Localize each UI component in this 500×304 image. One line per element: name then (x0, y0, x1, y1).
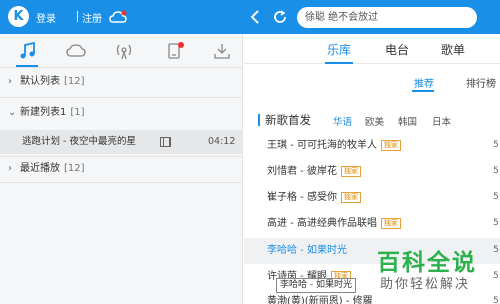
mv-icon[interactable] (160, 137, 171, 147)
radio-icon[interactable] (114, 41, 134, 61)
back-arrow-icon[interactable] (247, 8, 265, 26)
divider (0, 156, 243, 157)
playlist-group-recent[interactable]: › 最近播放 [12] (0, 158, 243, 180)
subtab-charts[interactable]: 排行榜 (466, 75, 496, 90)
divider (0, 97, 243, 98)
tab-radio[interactable]: 电台 (385, 41, 409, 58)
playlist-group-new1[interactable]: ⌄ 新建列表1 [1] (0, 102, 243, 124)
list-item[interactable]: 高进 - 高进经典作品联唱 独家 (244, 211, 500, 237)
notification-dot (178, 42, 184, 48)
exclusive-badge: 独家 (340, 165, 361, 177)
list-item[interactable]: 崔子格 - 感受你 独家 (244, 185, 500, 211)
watermark-subtitle: 助你轻松解决 (380, 277, 471, 292)
row-trailing: 5 (493, 166, 499, 176)
region-japanese[interactable]: 日本 (432, 114, 451, 128)
tab-active-underline (16, 65, 38, 67)
music-note-icon[interactable] (18, 41, 38, 61)
register-link[interactable]: 注册 (82, 10, 102, 25)
section-title: 新歌首发 (265, 113, 311, 127)
cloud-sync-icon[interactable] (109, 10, 127, 24)
cloud-icon[interactable] (66, 41, 86, 61)
login-link[interactable]: 登录 (36, 10, 56, 25)
main-tab-underline (325, 62, 353, 64)
chevron-down-icon: ⌄ (8, 107, 17, 118)
song-name: 黄渤(黄)(新丽恩) - 修羅 (267, 296, 373, 304)
list-item[interactable]: 王琪 - 可可托海的牧羊人 独家 (244, 133, 500, 159)
exclusive-badge: 独家 (340, 191, 361, 203)
group-count: [12] (64, 163, 85, 174)
playlist-song-row[interactable]: 逃跑计划 - 夜空中最亮的星 04:12 (0, 130, 243, 154)
row-trailing: 5 (493, 296, 499, 304)
song-name: 王琪 - 可可托海的牧羊人 (267, 140, 377, 151)
song-tooltip: 李哈哈 - 如果时光 (276, 278, 356, 293)
refresh-icon[interactable] (271, 8, 289, 26)
tab-playlists[interactable]: 歌单 (441, 41, 465, 58)
region-western[interactable]: 欧美 (365, 114, 384, 128)
search-input[interactable]: 徐聪 绝不会放过 (297, 7, 477, 28)
left-icon-bar (0, 34, 243, 68)
exclusive-badge: 独家 (380, 217, 401, 229)
group-label: 新建列表1 (20, 107, 67, 118)
divider (0, 182, 243, 183)
download-icon[interactable] (212, 41, 232, 61)
subtab-recommend[interactable]: 推荐 (414, 75, 434, 90)
group-label: 最近播放 (20, 163, 60, 174)
row-trailing: 5 (493, 245, 499, 255)
row-trailing: 5 (493, 192, 499, 202)
chevron-right-icon: › (8, 76, 12, 87)
region-korean[interactable]: 韩国 (398, 114, 417, 128)
subtab-underline (412, 90, 434, 92)
watermark-logo-text: 百科全说 (377, 250, 477, 276)
song-duration: 04:12 (208, 136, 236, 147)
chevron-right-icon: › (8, 163, 12, 174)
row-trailing: 5 (493, 218, 499, 228)
main-tabs: 乐库 电台 歌单 (244, 34, 500, 64)
group-label: 默认列表 (20, 76, 60, 87)
header-separator (77, 11, 78, 22)
row-trailing: 5 (493, 271, 499, 281)
group-count: [1] (70, 107, 85, 118)
group-count: [12] (64, 76, 85, 87)
tab-library[interactable]: 乐库 (327, 41, 351, 58)
section-accent-bar (258, 114, 260, 126)
song-name: 刘惜君 - 彼岸花 (267, 166, 337, 177)
playlist-group-default[interactable]: › 默认列表 [12] (0, 71, 243, 93)
top-bar: K 登录 注册 徐聪 绝不会放过 (0, 0, 500, 34)
song-name: 高进 - 高进经典作品联唱 (267, 218, 377, 229)
song-title: 逃跑计划 - 夜空中最亮的星 (22, 136, 136, 147)
left-panel: › 默认列表 [12] ⌄ 新建列表1 [1] 逃跑计划 - 夜空中最亮的星 04:12… (0, 34, 243, 304)
song-name: 崔子格 - 感受你 (267, 192, 337, 203)
row-trailing: 5 (493, 140, 499, 150)
exclusive-badge: 独家 (380, 139, 401, 151)
region-chinese[interactable]: 华语 (333, 114, 352, 128)
list-item[interactable]: 刘惜君 - 彼岸花 独家 (244, 159, 500, 185)
app-logo[interactable]: K (8, 6, 29, 27)
song-name: 李哈哈 - 如果时光 (267, 245, 347, 256)
